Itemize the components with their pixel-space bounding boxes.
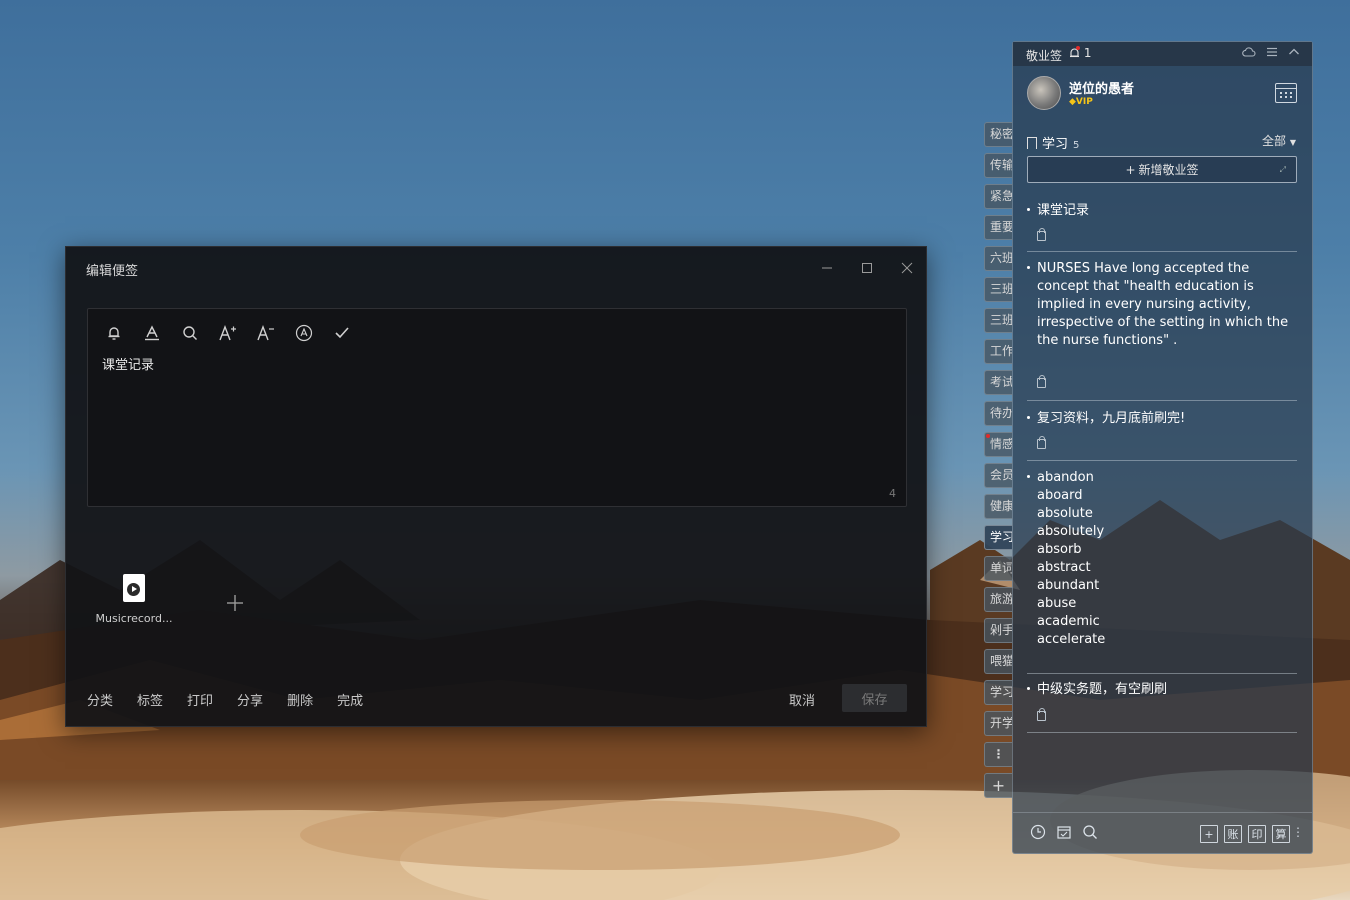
tab-category[interactable]: 旅游 (984, 587, 1012, 612)
save-button[interactable]: 保存 (842, 684, 907, 712)
more-icon[interactable]: ⋮ (1292, 825, 1304, 839)
delete-button[interactable]: 删除 (287, 690, 313, 709)
text-color-icon[interactable] (140, 321, 164, 345)
bell-icon[interactable] (102, 321, 126, 345)
tab-category[interactable]: 喂猫 (984, 649, 1012, 674)
list-item[interactable]: 课堂记录 (1027, 202, 1297, 252)
expand-icon: ⤢ (1279, 164, 1286, 174)
collapse-icon[interactable] (1288, 46, 1300, 58)
filter-dropdown[interactable]: 全部 ▼ (1262, 132, 1296, 149)
print-button[interactable]: 打印 (187, 690, 213, 709)
panel-header: 敬业签 1 (1013, 42, 1312, 66)
add-attachment-icon[interactable] (226, 590, 244, 618)
clock-icon[interactable] (1030, 824, 1046, 840)
diamond-icon: ◆ (1069, 97, 1076, 107)
complete-button[interactable]: 完成 (337, 690, 363, 709)
list-item[interactable]: abandon aboard absolute absolutely absor… (1027, 469, 1297, 674)
tab-category[interactable]: 单词 (984, 556, 1012, 581)
minimize-icon[interactable] (814, 255, 840, 281)
lock-icon (1037, 228, 1046, 241)
tab-category[interactable]: 传输 (984, 153, 1012, 178)
tab-category[interactable]: 剁手 (984, 618, 1012, 643)
search-icon[interactable] (178, 321, 202, 345)
tab-category[interactable]: 考试 (984, 370, 1012, 395)
tab-category[interactable]: 三班 (984, 308, 1012, 333)
lock-icon (1037, 708, 1046, 721)
note-editor[interactable]: 课堂记录 4 (87, 308, 907, 507)
unread-dot (1076, 46, 1080, 50)
reminder-indicator[interactable]: 1 (1069, 46, 1091, 60)
share-button[interactable]: 分享 (237, 690, 263, 709)
search-icon[interactable] (1082, 824, 1098, 840)
panel-footer: + 账 印 算 ⋮ (1013, 812, 1312, 854)
list-item[interactable]: NURSES Have long accepted the concept th… (1027, 260, 1297, 401)
tab-category[interactable]: 六班 (984, 246, 1012, 271)
note-content[interactable]: 课堂记录 (102, 354, 154, 373)
list-item[interactable]: 复习资料，九月底前刷完! (1027, 410, 1297, 461)
cancel-button[interactable]: 取消 (789, 690, 815, 709)
tab-category[interactable]: 学习 (984, 680, 1012, 705)
tab-category[interactable]: 工作 (984, 339, 1012, 364)
calendar-icon[interactable] (1275, 83, 1297, 103)
char-count: 4 (889, 487, 896, 500)
bookmark-icon (1027, 137, 1037, 149)
category-button[interactable]: 分类 (87, 690, 113, 709)
editor-actions: 分类 标签 打印 分享 删除 完成 (87, 690, 363, 709)
app-name: 敬业签 (1026, 49, 1063, 63)
plus-icon: + (1125, 162, 1136, 177)
tab-category[interactable]: 健康 (984, 494, 1012, 519)
tab-category[interactable]: 重要 (984, 215, 1012, 240)
chevron-down-icon: ▼ (1289, 138, 1296, 147)
maximize-icon[interactable] (854, 255, 880, 281)
add-note-button[interactable]: + 新增敬业签 ⤢ (1027, 156, 1297, 183)
video-file-icon (123, 574, 145, 602)
tab-category[interactable]: 紧急 (984, 184, 1012, 209)
calendar-check-icon[interactable] (1056, 824, 1072, 840)
tab-category[interactable]: 开学 (984, 711, 1012, 736)
vip-badge: ◆VIP (1069, 97, 1093, 107)
calculator-button[interactable]: 算 (1272, 825, 1290, 843)
cloud-sync-icon[interactable] (1242, 46, 1256, 58)
edit-note-window: 编辑便签 课堂记录 4 Musicrecord... 分类 标签 打印 分享 删… (65, 246, 927, 727)
font-increase-icon[interactable] (216, 321, 240, 345)
header-icons (1242, 46, 1300, 58)
lock-icon (1037, 375, 1046, 388)
tab-category-active[interactable]: 学习 (984, 525, 1012, 550)
tab-category[interactable]: 待办 (984, 401, 1012, 426)
category-name: 学习 (1042, 137, 1069, 152)
rotate-text-icon[interactable] (292, 321, 316, 345)
tab-category[interactable]: 秘密 (984, 122, 1012, 147)
new-note-button[interactable]: + (1200, 825, 1218, 843)
menu-icon[interactable] (1266, 46, 1278, 58)
checkmark-icon[interactable] (330, 321, 354, 345)
tab-category[interactable]: 三班 (984, 277, 1012, 302)
format-toolbar (102, 321, 354, 345)
user-name: 逆位的愚者 (1069, 82, 1135, 97)
notes-panel: 敬业签 1 逆位的愚者 ◆VIP 学习 5 全部 ▼ + 新增敬业签 ⤢ 课堂记… (1012, 41, 1313, 854)
tab-category[interactable]: 情感 (984, 432, 1012, 457)
window-title: 编辑便签 (86, 264, 139, 279)
lock-icon (1037, 436, 1046, 449)
current-category: 学习 5 (1027, 133, 1079, 152)
close-icon[interactable] (894, 255, 920, 281)
font-decrease-icon[interactable] (254, 321, 278, 345)
account-button[interactable]: 账 (1224, 825, 1242, 843)
avatar[interactable] (1027, 76, 1061, 110)
category-count: 5 (1073, 140, 1080, 151)
attachment-name: Musicrecord... (95, 612, 173, 625)
tab-category[interactable]: 会员 (984, 463, 1012, 488)
unread-dot (986, 434, 990, 438)
add-category-button[interactable]: + (984, 773, 1012, 798)
tag-button[interactable]: 标签 (137, 690, 163, 709)
list-item[interactable]: 中级实务题，有空刷刷 (1027, 681, 1297, 733)
attachment-file[interactable]: Musicrecord... (88, 574, 180, 625)
reminder-count: 1 (1083, 46, 1092, 60)
print-button[interactable]: 印 (1248, 825, 1266, 843)
more-tabs-button[interactable]: ⋮ (984, 742, 1012, 767)
